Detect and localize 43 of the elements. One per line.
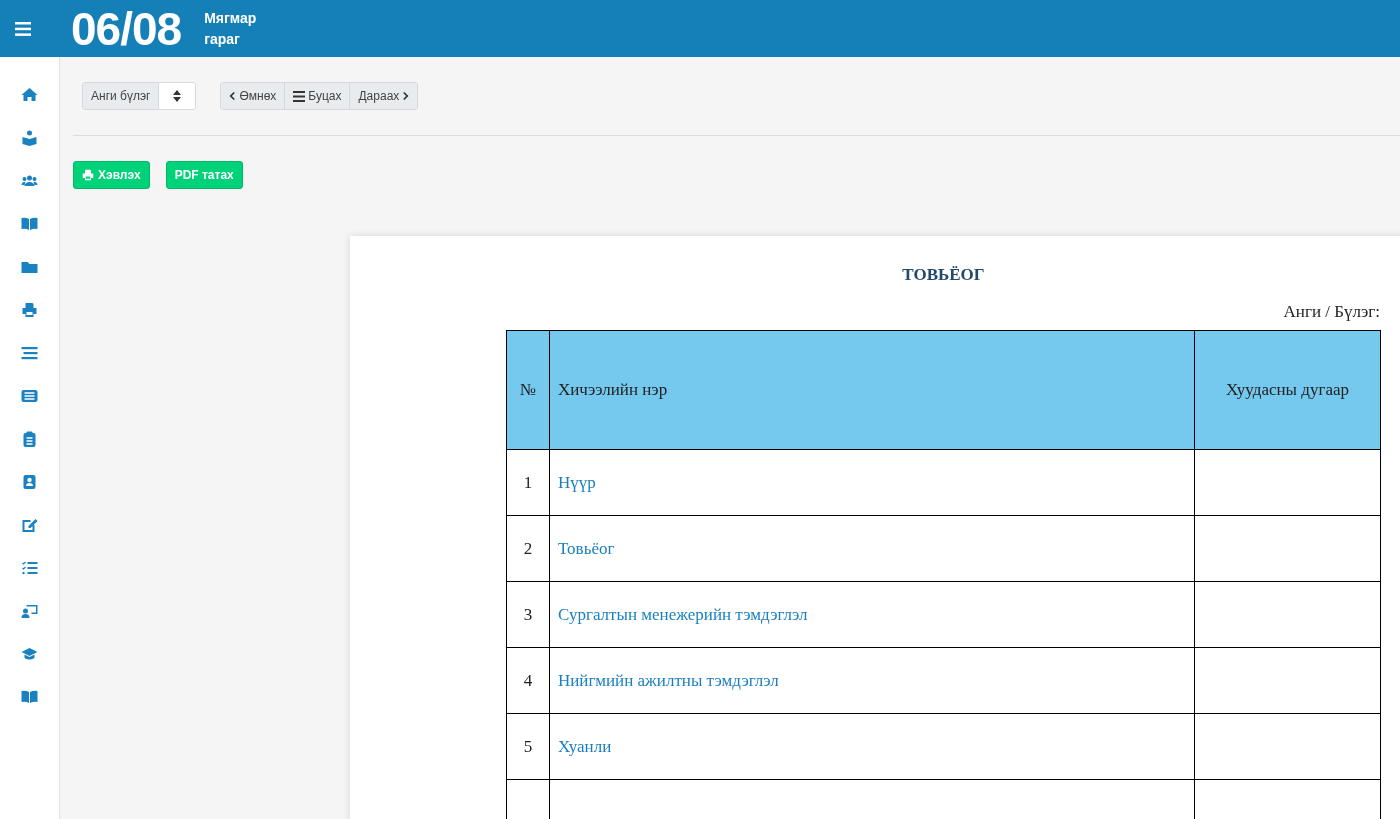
chevron-left-icon [229,91,237,101]
weekday-text: Мягмар [204,8,257,28]
lesson-link[interactable]: Нүүр [558,472,596,492]
next-button[interactable]: Дараах [349,83,418,109]
list-icon [21,388,38,404]
chevron-right-icon [402,91,410,101]
home-icon [21,87,38,103]
table-cell: 4 [506,647,550,714]
list-icon [293,90,306,102]
folder-icon [21,259,38,275]
checklist-icon [21,560,38,576]
table-cell: 3 [506,581,550,648]
document-title: ТОВЬЁОГ [901,265,986,285]
graduation-cap-icon [21,646,38,662]
contact-icon [21,474,38,490]
column-header: Хичээлийн нэр [549,330,1195,450]
book-icon [21,689,38,705]
weekday-text: гараг [204,29,241,49]
lesson-link[interactable]: Сургалтын менежерийн тэмдэглэл [558,604,808,624]
column-header: № [506,330,550,450]
menu-icon [15,21,31,36]
lines-icon [21,345,38,361]
column-header: Хуудасны дугаар [1194,330,1381,450]
back-button[interactable]: Буцах [284,83,350,109]
edit-icon [21,517,38,533]
book-icon [21,216,38,232]
class-label: Анги / Бүлэг: [1283,302,1380,322]
sort-icon [173,90,182,102]
clipboard-icon [21,431,38,447]
printer-icon [82,169,94,181]
class-select[interactable]: Анги бүлэг [82,82,197,110]
printer-icon [21,302,38,318]
table-cell: 5 [506,713,550,780]
previous-button[interactable]: Өмнөх [221,83,285,109]
reader-icon [21,130,38,146]
lesson-link[interactable]: Нийгмийн ажилтны тэмдэглэл [558,670,779,690]
date-text: 06/08 [71,1,182,56]
users-icon [21,173,38,189]
table-cell: 1 [506,449,550,516]
teacher-icon [21,603,38,619]
table-cell: 2 [506,515,550,582]
lesson-link[interactable]: Хуанли [558,736,612,756]
lesson-link[interactable]: Товьёог [558,538,615,558]
